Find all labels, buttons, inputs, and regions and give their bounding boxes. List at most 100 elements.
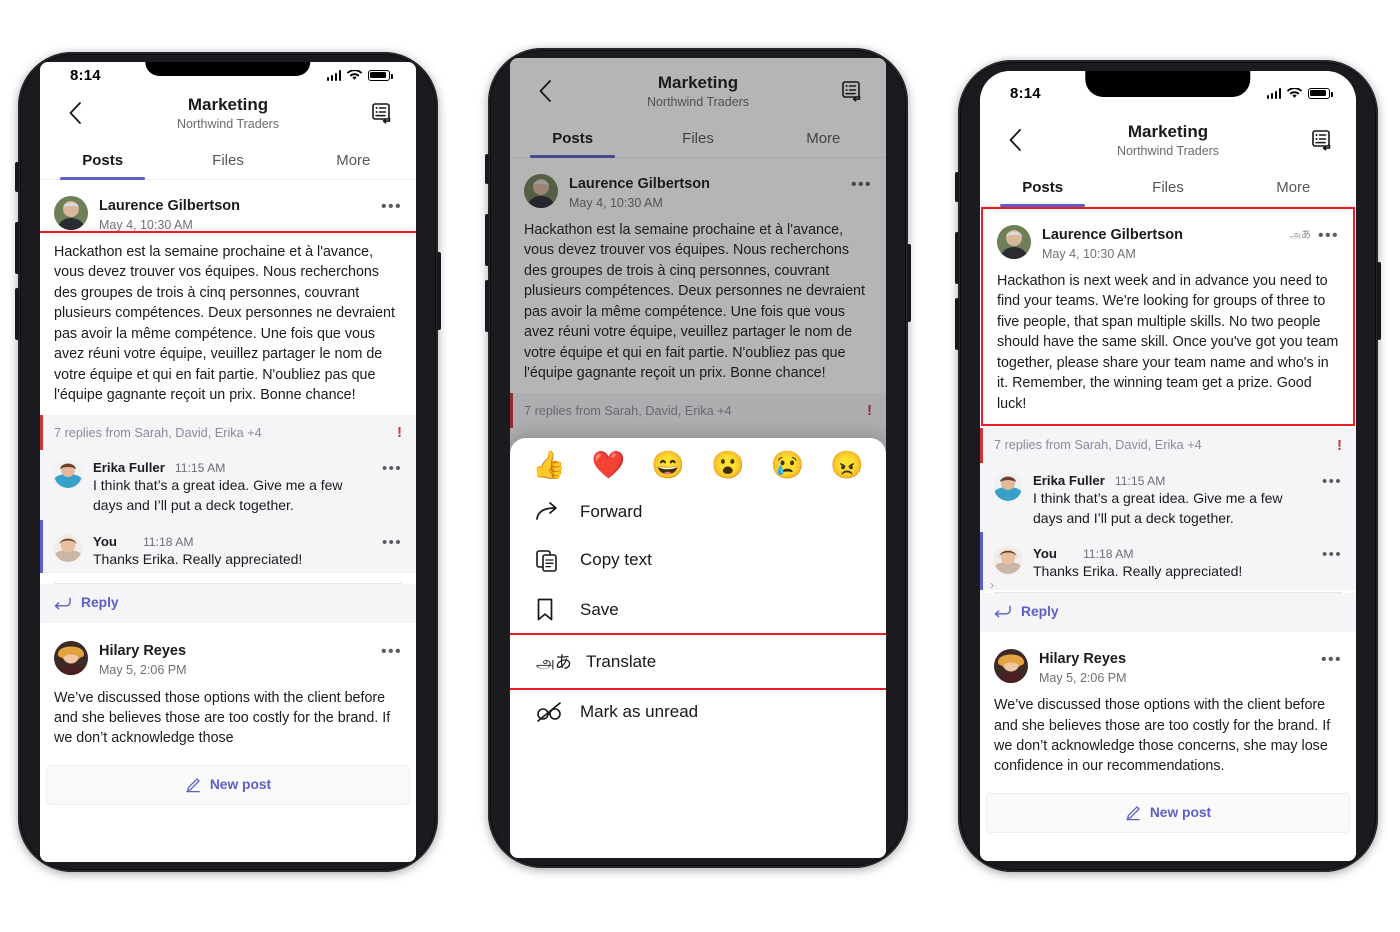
more-options-icon[interactable]: •••	[374, 534, 402, 570]
mute-switch[interactable]	[485, 154, 489, 184]
message-context-menu: 👍 ❤️ 😄 😮 😢 😠 Forward Copy text Save அあ T…	[510, 438, 886, 858]
reply-meta: Erika Fuller 11:15 AM	[1033, 473, 1314, 488]
replies-summary[interactable]: 7 replies from Sarah, David, Erika +4 !	[40, 415, 416, 451]
post-header: Laurence Gilbertson May 4, 10:30 AM அあ •…	[983, 221, 1353, 262]
angry-reaction[interactable]: 😠	[830, 452, 864, 479]
menu-item-copy-text[interactable]: Copy text	[510, 535, 886, 585]
reply-meta: You 11:18 AM	[93, 534, 374, 549]
reply-item[interactable]: Erika Fuller 11:15 AM I think that’s a g…	[980, 462, 1356, 533]
reply-item[interactable]: You 11:18 AM Thanks Erika. Really apprec…	[980, 532, 1356, 592]
reply-button[interactable]: Reply	[40, 584, 416, 624]
tab-more[interactable]: More	[1231, 170, 1356, 206]
post-tools: •••	[1321, 649, 1342, 668]
replies-summary[interactable]: 7 replies from Sarah, David, Erika +4 !	[980, 427, 1356, 463]
more-options-icon[interactable]: •••	[381, 644, 402, 660]
heart-reaction[interactable]: ❤️	[592, 452, 626, 479]
post-author: Laurence Gilbertson	[1042, 226, 1184, 243]
post-author: Hilary Reyes	[1039, 650, 1127, 667]
translate-glyph: அあ	[536, 653, 572, 673]
sad-reaction[interactable]: 😢	[771, 452, 805, 479]
page-title: Marketing	[187, 95, 269, 114]
more-options-icon[interactable]: •••	[1314, 473, 1342, 528]
reply-timestamp: 11:15 AM	[1114, 473, 1166, 488]
mark-unread-icon	[536, 701, 580, 723]
reply-text: Thanks Erika. Really appreciated!	[93, 550, 303, 567]
laugh-reaction[interactable]: 😄	[651, 452, 685, 479]
post-laurence: Laurence Gilbertson May 4, 10:30 AM ••• …	[40, 179, 416, 418]
urgent-accent-bar	[980, 427, 983, 463]
reply-item[interactable]: You 11:18 AM Thanks Erika. Really apprec…	[40, 519, 416, 574]
translated-indicator-icon: அあ	[1289, 229, 1311, 241]
volume-up-button[interactable]	[485, 214, 489, 266]
urgent-accent-bar	[40, 415, 43, 451]
urgent-icon: !	[397, 424, 402, 442]
menu-item-save[interactable]: Save	[510, 585, 886, 635]
avatar[interactable]	[994, 546, 1022, 575]
avatar[interactable]	[994, 648, 1028, 683]
mute-switch[interactable]	[955, 172, 959, 202]
compose-icon	[185, 778, 200, 793]
app-header: Marketing Northwind Traders	[980, 115, 1356, 170]
post-body-text: Hackathon is next week and in advance yo…	[997, 272, 1339, 412]
more-options-icon[interactable]: •••	[1321, 651, 1342, 668]
page-subtitle: Northwind Traders	[1116, 144, 1220, 159]
menu-item-forward[interactable]: Forward	[510, 489, 886, 535]
more-options-icon[interactable]: •••	[381, 198, 402, 215]
back-button[interactable]	[998, 128, 1032, 152]
reply-item[interactable]: Erika Fuller 11:15 AM I think that’s a g…	[40, 450, 416, 520]
mute-switch[interactable]	[15, 162, 19, 192]
post-meta: Laurence Gilbertson May 4, 10:30 AM	[88, 196, 381, 233]
tab-more[interactable]: More	[291, 143, 416, 179]
channel-notifications-button[interactable]	[1304, 128, 1338, 152]
avatar[interactable]	[54, 641, 88, 676]
new-post-button[interactable]: New post	[46, 764, 410, 805]
volume-down-button[interactable]	[955, 298, 959, 350]
tab-posts[interactable]: Posts	[40, 143, 165, 180]
menu-item-label: Copy text	[580, 550, 652, 569]
expand-chevron-icon[interactable]: ›	[990, 578, 994, 592]
volume-down-button[interactable]	[485, 280, 489, 332]
avatar[interactable]	[54, 460, 82, 489]
tab-posts[interactable]: Posts	[980, 170, 1105, 207]
channel-notifications-icon	[1312, 130, 1331, 151]
posts-feed[interactable]: Laurence Gilbertson May 4, 10:30 AM அあ •…	[980, 206, 1356, 861]
power-button[interactable]	[437, 252, 441, 330]
post-body-text: We’ve discussed those options with the c…	[994, 697, 1331, 775]
posts-feed[interactable]: Laurence Gilbertson May 4, 10:30 AM ••• …	[40, 179, 416, 862]
tab-files[interactable]: Files	[1105, 170, 1230, 206]
header-titles: Marketing Northwind Traders	[92, 94, 364, 133]
volume-up-button[interactable]	[955, 232, 959, 284]
compose-icon	[1125, 806, 1140, 821]
menu-item-translate[interactable]: அあ Translate	[510, 633, 886, 690]
avatar[interactable]	[54, 533, 82, 562]
reply-text: I think that’s a great idea. Give me a f…	[93, 477, 343, 513]
replies-summary-text: 7 replies from Sarah, David, Erika +4	[994, 438, 1202, 453]
reply-author: Erika Fuller	[1033, 472, 1105, 488]
post-tools: •••	[381, 641, 402, 660]
surprised-reaction[interactable]: 😮	[711, 452, 745, 479]
new-post-button[interactable]: New post	[986, 792, 1350, 833]
reply-content: You 11:18 AM Thanks Erika. Really apprec…	[1022, 546, 1314, 582]
channel-notifications-button[interactable]	[364, 101, 398, 125]
screenshot-stage: 8:14 Marketing Northwind Traders Posts F…	[0, 0, 1400, 932]
bookmark-icon	[536, 598, 580, 622]
power-button[interactable]	[907, 244, 911, 322]
tab-bar: Posts Files More	[980, 169, 1356, 207]
menu-item-mark-as-unread[interactable]: Mark as unread	[510, 688, 886, 736]
translate-icon: அあ	[536, 648, 580, 675]
more-options-icon[interactable]: •••	[1314, 546, 1342, 582]
volume-up-button[interactable]	[15, 222, 19, 274]
avatar[interactable]	[997, 224, 1031, 259]
more-options-icon[interactable]: •••	[374, 460, 402, 515]
volume-down-button[interactable]	[15, 288, 19, 340]
power-button[interactable]	[1377, 262, 1381, 340]
tab-files[interactable]: Files	[165, 143, 290, 179]
phone-left: 8:14 Marketing Northwind Traders Posts F…	[15, 52, 441, 872]
reply-button[interactable]: Reply	[980, 592, 1356, 632]
avatar[interactable]	[994, 472, 1022, 501]
more-options-icon[interactable]: •••	[1318, 227, 1339, 244]
thumbs-up-reaction[interactable]: 👍	[532, 452, 566, 479]
avatar[interactable]	[54, 195, 88, 230]
back-button[interactable]	[58, 101, 92, 125]
page-title: Marketing	[1127, 122, 1209, 141]
